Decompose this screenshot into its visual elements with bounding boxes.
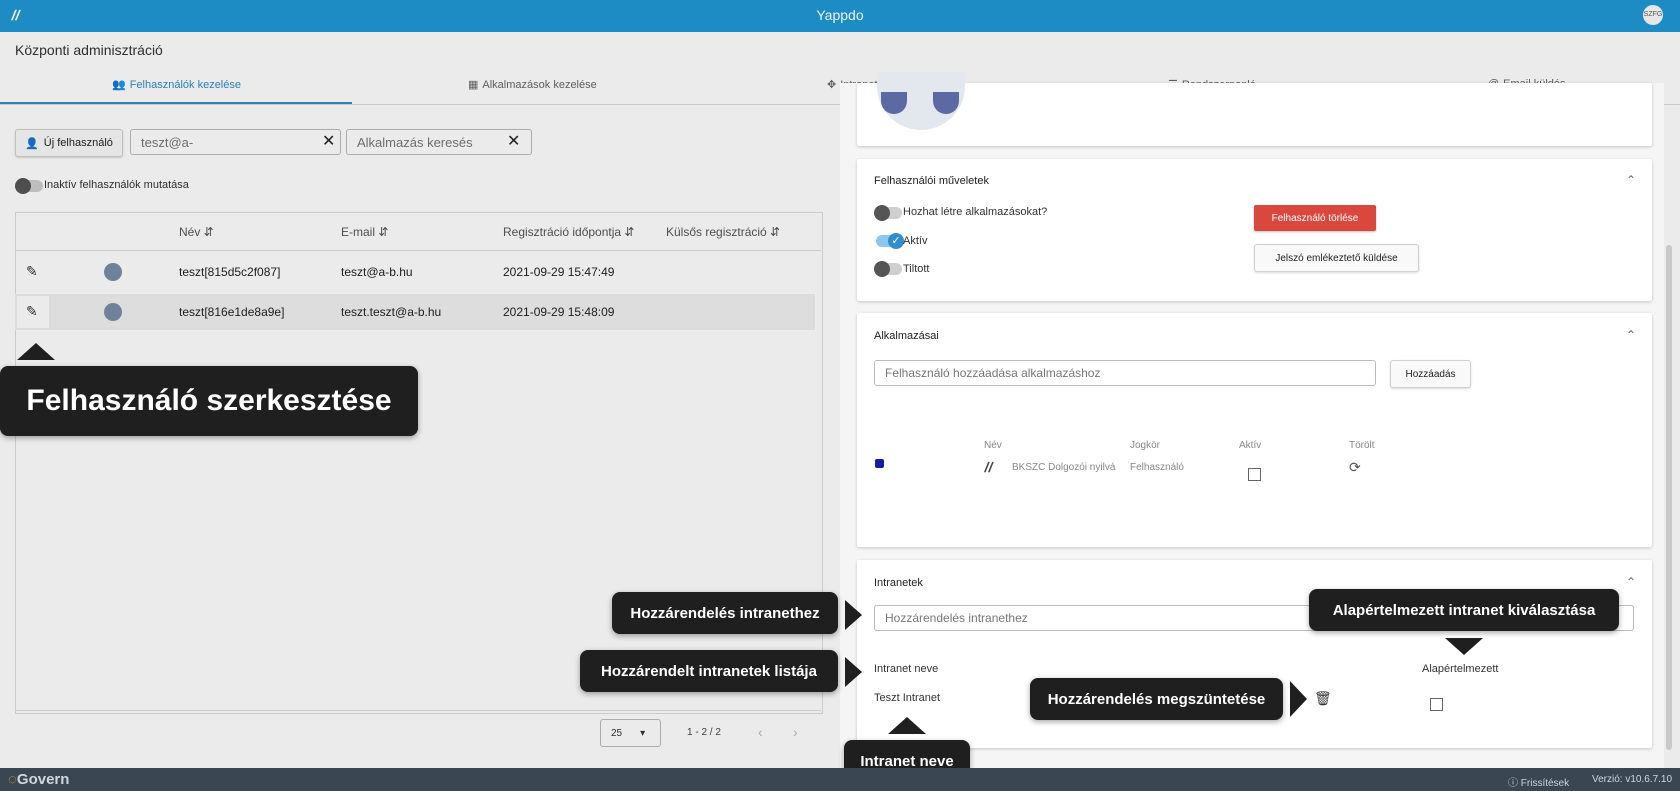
govern-brand: Govern bbox=[16, 771, 70, 788]
row-select-indicator[interactable] bbox=[875, 459, 884, 468]
active-label: Aktív bbox=[903, 235, 928, 247]
tooltip-unassign: Hozzárendelés megszüntetése bbox=[1030, 678, 1283, 720]
chevron-up-icon[interactable]: ⌃ bbox=[1626, 173, 1636, 187]
card-title: Felhasználói műveletek bbox=[874, 175, 989, 187]
app-col-name: Név bbox=[984, 440, 1002, 451]
intranet-name: Teszt Intranet bbox=[874, 692, 941, 704]
refresh-link[interactable]: ⓘ Frissítések bbox=[1508, 774, 1569, 789]
check-icon: ✓ bbox=[888, 233, 904, 249]
restore-history-icon[interactable]: ⟳ bbox=[1349, 459, 1361, 476]
applications-card bbox=[857, 313, 1652, 547]
tooltip-default-intranet: Alapértelmezett intranet kiválasztása bbox=[1309, 589, 1619, 631]
add-app-input[interactable]: Felhasználó hozzáadása alkalmazáshoz bbox=[874, 360, 1376, 386]
active-toggle[interactable]: ✓ bbox=[876, 233, 904, 249]
app-active-checkbox[interactable] bbox=[1248, 468, 1261, 481]
banned-label: Tiltott bbox=[903, 263, 930, 275]
tooltip-assign-intranet: Hozzárendelés intranethez bbox=[612, 592, 838, 634]
assign-intranet-placeholder: Hozzárendelés intranethez bbox=[885, 611, 1028, 625]
tooltip-assigned-list: Hozzárendelt intranetek listája bbox=[580, 650, 838, 692]
app-title: Yappdo bbox=[816, 7, 864, 23]
trash-icon[interactable]: 🗑 bbox=[1314, 690, 1332, 707]
app-footer: ◌Govern ⓘ Frissítések Verzió: v10.6.7.10 bbox=[0, 768, 1680, 791]
tooltip-arrow bbox=[17, 343, 55, 360]
intranet-col-name: Intranet neve bbox=[874, 663, 939, 675]
add-app-button[interactable]: Hozzáadás bbox=[1390, 360, 1471, 388]
default-intranet-checkbox[interactable] bbox=[1430, 698, 1443, 711]
govern-logo-icon: ◌ bbox=[8, 771, 17, 788]
tooltip-arrow bbox=[845, 600, 862, 630]
tooltip-edit-user: Felhasználó szerkesztése bbox=[0, 366, 418, 436]
password-reminder-button[interactable]: Jelszó emlékeztető küldése bbox=[1254, 244, 1419, 272]
tooltip-arrow bbox=[888, 717, 926, 734]
can-create-label: Hozhat létre alkalmazásokat? bbox=[903, 206, 1048, 218]
delete-user-button[interactable]: Felhasználó törlése bbox=[1254, 205, 1376, 231]
app-col-deleted: Törölt bbox=[1349, 440, 1375, 451]
profile-card bbox=[857, 83, 1652, 146]
card-title: Intranetek bbox=[874, 577, 923, 589]
tooltip-arrow bbox=[1290, 681, 1307, 717]
banned-toggle[interactable] bbox=[874, 261, 902, 277]
app-header: // Yappdo SZFG bbox=[0, 0, 1680, 32]
card-title: Alkalmazásai bbox=[874, 330, 939, 342]
can-create-apps-toggle[interactable] bbox=[874, 205, 902, 221]
version-label: Verzió: v10.6.7.10 bbox=[1592, 774, 1673, 785]
app-name: BKSZC Dolgozói nyilvá bbox=[1012, 462, 1116, 473]
app-col-role: Jogkör bbox=[1130, 440, 1161, 451]
user-avatar[interactable]: SZFG bbox=[1643, 5, 1663, 25]
info-icon: ⓘ bbox=[1508, 778, 1518, 789]
govern-logo: ◌Govern bbox=[8, 771, 69, 788]
app-role: Felhasználó bbox=[1130, 462, 1184, 473]
tooltip-arrow bbox=[845, 657, 862, 687]
intranet-col-default: Alapértelmezett bbox=[1422, 663, 1499, 675]
chevron-up-icon[interactable]: ⌃ bbox=[1626, 328, 1636, 342]
add-app-placeholder: Felhasználó hozzáadása alkalmazáshoz bbox=[885, 366, 1101, 380]
tooltip-arrow bbox=[1445, 638, 1483, 655]
app-col-active: Aktív bbox=[1239, 440, 1262, 451]
chevron-up-icon[interactable]: ⌃ bbox=[1626, 575, 1636, 589]
scrollbar[interactable] bbox=[1666, 245, 1672, 750]
